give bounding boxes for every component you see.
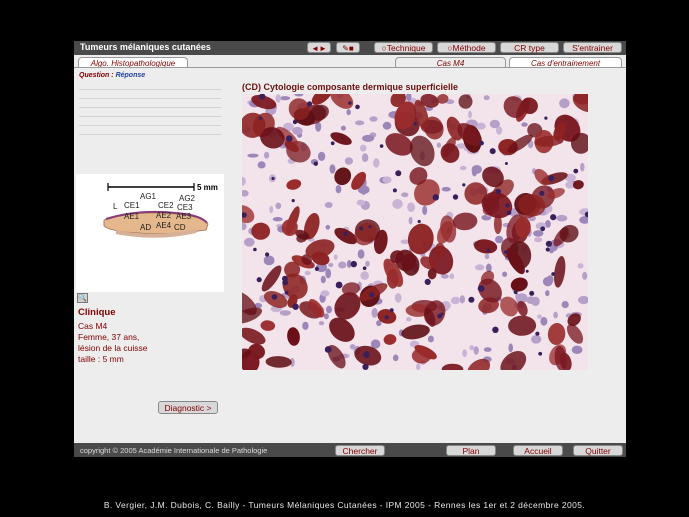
label-ad: AD (140, 223, 151, 232)
question-link[interactable]: Question (79, 72, 109, 79)
reponse-link[interactable]: Réponse (116, 72, 146, 79)
title-bar: Tumeurs mélaniques cutanées ◄► ✎■ ○Techn… (74, 41, 626, 55)
plan-button[interactable]: Plan (446, 445, 496, 456)
label-l: L (113, 202, 118, 211)
label-ae1: AE1 (124, 212, 140, 221)
image-title: (CD) Cytologie composante dermique super… (242, 82, 459, 92)
clinique-title: Clinique (78, 307, 116, 318)
clinique-line: Cas M4 (78, 321, 108, 331)
label-ce3: CE3 (177, 203, 193, 212)
answer-lines (79, 89, 221, 143)
label-ce1: CE1 (124, 201, 140, 210)
label-ce2: CE2 (158, 201, 174, 210)
question-reponse[interactable]: Question : Réponse (79, 72, 145, 79)
slide-caption: B. Vergier, J.M. Dubois, C. Bailly - Tum… (103, 500, 586, 510)
label-ag2: AG2 (179, 194, 196, 203)
label-ae4: AE4 (156, 221, 172, 230)
scale-label: 5 mm (197, 183, 218, 192)
image-view-icon: ✎■ (342, 44, 354, 53)
technique-label: Technique (386, 43, 426, 53)
clinique-line: Femme, 37 ans, (78, 332, 140, 342)
entrainer-label: S'entrainer (572, 43, 613, 53)
bottom-bar: copyright © 2005 Académie Internationale… (74, 443, 626, 457)
chercher-button[interactable]: Chercher (335, 445, 385, 456)
nav-arrows-button[interactable]: ◄► (307, 42, 331, 53)
histology-svg (242, 94, 588, 370)
methode-label: Méthode (452, 43, 486, 53)
technique-button[interactable]: ○Technique (374, 42, 433, 53)
magnifier-icon: 🔍 (78, 295, 87, 302)
tab-divider (74, 67, 626, 68)
image-panel: (CD) Cytologie composante dermique super… (242, 82, 592, 410)
entrainer-button[interactable]: S'entrainer (563, 42, 622, 53)
label-ag1: AG1 (140, 192, 157, 201)
overview-map: 5 mm AG1 AG2 L CE1 CE2 CE3 AE1 AE2 AE3 A… (103, 183, 218, 238)
zoom-button[interactable]: 🔍 (77, 293, 88, 303)
view-button[interactable]: ✎■ (336, 42, 360, 53)
arrows-icon: ◄► (311, 44, 327, 53)
diagnostic-button[interactable]: Diagnostic > (158, 401, 218, 414)
label-cd: CD (174, 223, 186, 232)
overview-thumbnail[interactable]: 5 mm AG1 AG2 L CE1 CE2 CE3 AE1 AE2 AE3 A… (76, 174, 224, 292)
clinique-details: Cas M4 Femme, 37 ans, lésion de la cuiss… (78, 321, 147, 365)
label-ae3: AE3 (176, 212, 192, 221)
app-title: Tumeurs mélaniques cutanées (80, 42, 211, 52)
copyright-text: copyright © 2005 Académie Internationale… (80, 446, 268, 455)
clinique-line: lésion de la cuisse (78, 343, 148, 353)
app-window: Tumeurs mélaniques cutanées ◄► ✎■ ○Techn… (74, 41, 626, 457)
crtype-label: CR type (514, 43, 545, 53)
crtype-button[interactable]: CR type (500, 42, 559, 53)
quitter-button[interactable]: Quitter (573, 445, 623, 456)
accueil-button[interactable]: Accueil (513, 445, 563, 456)
label-ae2: AE2 (156, 211, 172, 220)
clinique-line: taille : 5 mm (78, 354, 124, 364)
methode-button[interactable]: ○Méthode (437, 42, 496, 53)
histology-image[interactable] (242, 94, 588, 370)
